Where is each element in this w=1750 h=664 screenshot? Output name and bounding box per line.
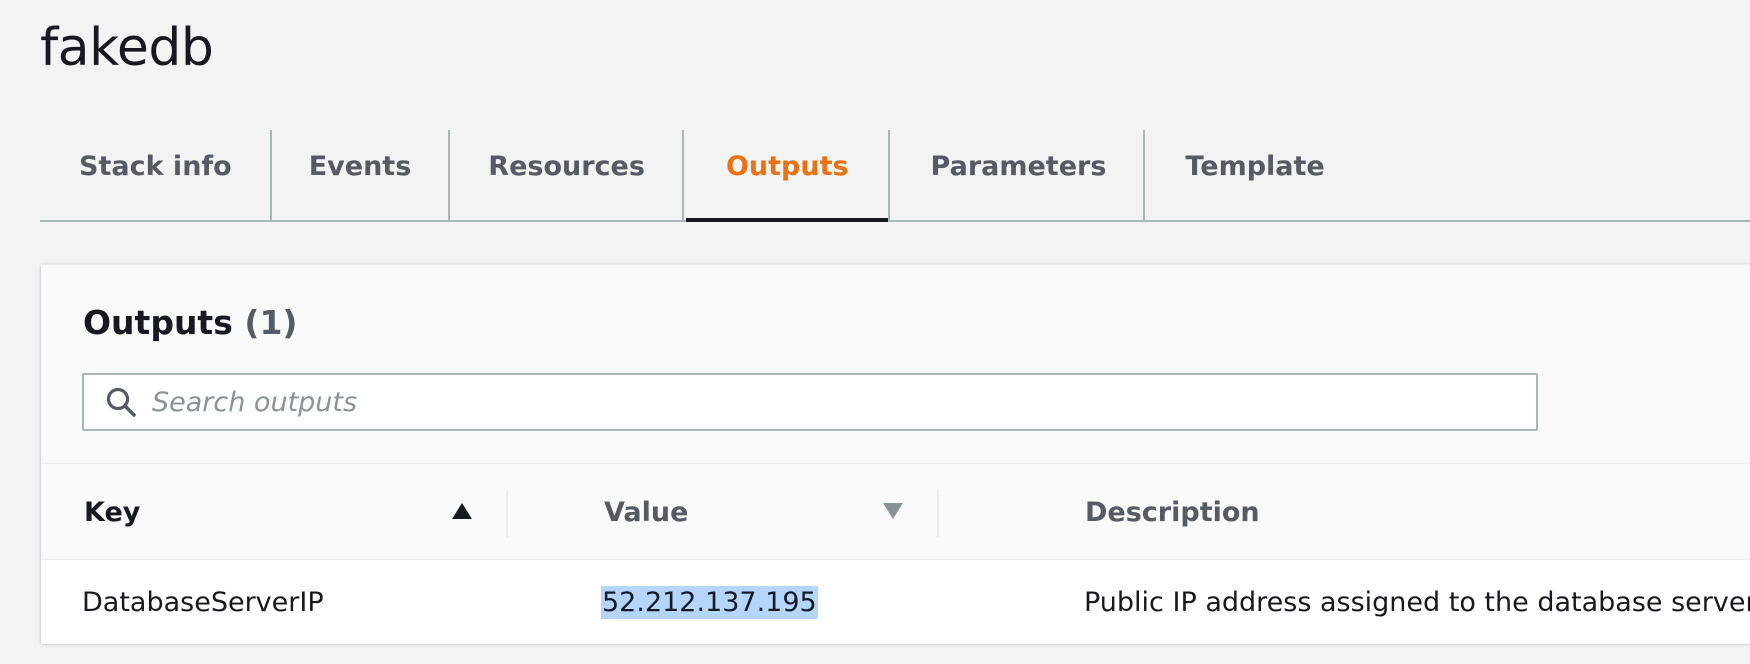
- column-label: Description: [1085, 496, 1260, 528]
- search-box[interactable]: [82, 373, 1538, 431]
- tab-label: Parameters: [930, 150, 1107, 182]
- search-input[interactable]: [152, 386, 1452, 418]
- output-count: (1): [244, 303, 298, 342]
- stack-tabs: Stack info Events Resources Outputs Para…: [40, 130, 1750, 222]
- tab-label: Outputs: [725, 150, 849, 182]
- cell-description: Public IP address assigned to the databa…: [1084, 586, 1750, 618]
- column-header-description[interactable]: Description: [1085, 464, 1685, 560]
- tab-outputs[interactable]: Outputs: [684, 130, 888, 222]
- column-header-key[interactable]: Key: [84, 464, 564, 560]
- page-title: fakedb: [40, 18, 214, 78]
- column-label: Key: [84, 496, 141, 528]
- tab-stack-info[interactable]: Stack info: [40, 130, 270, 220]
- column-resizer[interactable]: [506, 489, 508, 537]
- search-icon: [106, 387, 136, 417]
- column-resizer[interactable]: [937, 489, 939, 537]
- tab-resources[interactable]: Resources: [450, 130, 682, 220]
- tab-parameters[interactable]: Parameters: [890, 130, 1144, 220]
- column-label: Value: [604, 496, 689, 528]
- table-header: Key Value Description: [41, 463, 1750, 560]
- tab-label: Resources: [488, 150, 645, 182]
- sort-descending-icon[interactable]: [882, 502, 904, 520]
- tab-label: Template: [1185, 150, 1325, 182]
- tab-template[interactable]: Template: [1145, 130, 1361, 220]
- cell-key: DatabaseServerIP: [82, 586, 324, 618]
- sort-ascending-icon[interactable]: [451, 502, 473, 520]
- panel-title: Outputs: [83, 303, 233, 342]
- tab-label: Stack info: [79, 150, 232, 182]
- table-row[interactable]: DatabaseServerIP 52.212.137.195 Public I…: [41, 560, 1750, 644]
- selected-value-text[interactable]: 52.212.137.195: [601, 585, 818, 619]
- tab-label: Events: [308, 150, 412, 182]
- outputs-panel: Outputs (1) Key Value Description Databa…: [41, 264, 1750, 644]
- cell-value[interactable]: 52.212.137.195: [601, 560, 818, 644]
- panel-heading: Outputs (1): [83, 303, 298, 342]
- tab-events[interactable]: Events: [272, 130, 449, 220]
- column-header-value[interactable]: Value: [604, 464, 1044, 560]
